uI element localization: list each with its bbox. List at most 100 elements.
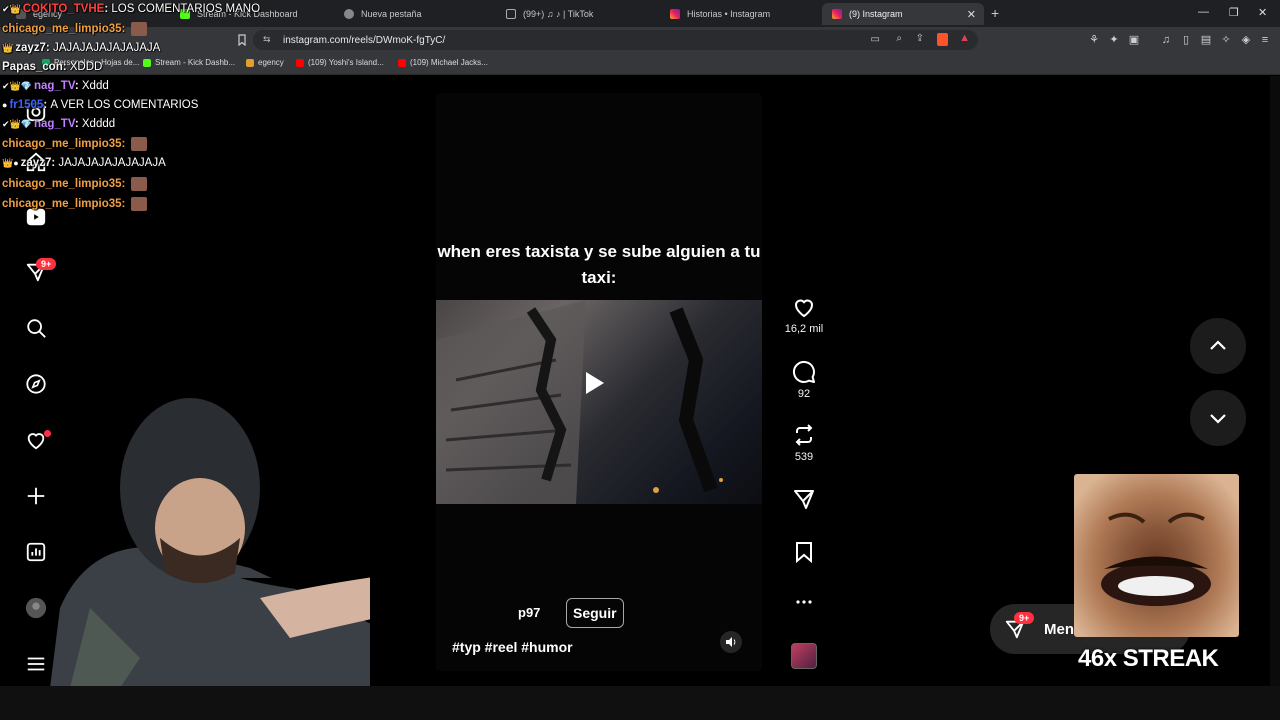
- like-action[interactable]: 16,2 mil: [780, 295, 828, 335]
- vpn-shield-icon[interactable]: ◈: [1240, 34, 1252, 46]
- chat-message: chicago_me_limpio35:: [2, 177, 147, 191]
- reel-player[interactable]: when eres taxista y se sube alguien a tu…: [436, 93, 762, 671]
- chat-message: chicago_me_limpio35:: [2, 22, 147, 36]
- share-icon[interactable]: ⇪: [916, 33, 924, 44]
- chat-text: Xddd: [81, 80, 109, 92]
- chat-text: Xdddd: [81, 118, 116, 130]
- chat-username: zayz7: [20, 157, 52, 169]
- brave-shields-icon[interactable]: [937, 33, 948, 46]
- chat-username: zayz7: [15, 42, 46, 54]
- brave-rewards-icon[interactable]: ▲: [959, 32, 970, 44]
- search-icon[interactable]: [24, 316, 48, 340]
- reel-hashtags[interactable]: #typ #reel #humor: [452, 639, 573, 655]
- reel-username[interactable]: p97: [518, 605, 540, 620]
- chat-text: LOS COMENTARIOS MANO: [111, 3, 261, 15]
- chat-username: nag_TV: [33, 80, 75, 92]
- address-bar[interactable]: ⇆ instagram.com/reels/DWmoK-fgTyC/ ▭ ⌕ ⇪…: [253, 30, 978, 50]
- kick-icon: [143, 58, 151, 67]
- bookmark-egency[interactable]: egency: [246, 58, 284, 67]
- bookmark-michael[interactable]: (109) Michael Jacks...: [398, 58, 488, 67]
- streak-counter: 46x STREAK: [1078, 645, 1219, 672]
- follow-button[interactable]: Seguir: [566, 598, 624, 628]
- chat-username: COKITO_TVHE: [22, 3, 105, 15]
- comment-count: 92: [797, 388, 811, 400]
- tab-historias-instagram[interactable]: Historias • Instagram: [660, 3, 820, 25]
- page-scrollbar[interactable]: [1270, 76, 1280, 686]
- chat-emote-icon: [130, 177, 147, 191]
- more-menu-icon[interactable]: [24, 652, 48, 676]
- chat-message: chicago_me_limpio35:: [2, 137, 147, 151]
- chat-text: JAJAJAJAJAJAJAJA: [58, 157, 166, 169]
- youtube-icon: [296, 58, 304, 67]
- leo-ai-icon[interactable]: ✧: [1220, 34, 1232, 46]
- url-text: instagram.com/reels/DWmoK-fgTyC/: [283, 34, 446, 46]
- bookmarks-bar: Personales - Hojas de... Stream - Kick D…: [0, 53, 1280, 75]
- chat-username: Papas_con: [2, 61, 63, 73]
- repost-count: 539: [794, 451, 814, 463]
- extensions-icon[interactable]: ✦: [1108, 34, 1120, 46]
- restore-button[interactable]: ❐: [1229, 6, 1239, 19]
- tiktok-icon: [506, 9, 516, 19]
- zoom-icon[interactable]: ⌕: [896, 33, 902, 44]
- tab-tiktok[interactable]: (99+) ♫ ♪ | TikTok: [496, 3, 656, 25]
- chat-text: JAJAJAJAJAJAJAJA: [52, 42, 161, 54]
- chat-badges-icon: 👑: [2, 43, 14, 53]
- share-action[interactable]: [780, 487, 828, 511]
- next-reel-button[interactable]: [1190, 390, 1246, 446]
- share-icon[interactable]: [792, 487, 816, 511]
- more-options-action[interactable]: [780, 590, 828, 614]
- cast-icon[interactable]: ▭: [871, 34, 880, 45]
- sidebar-toggle-icon[interactable]: ▯: [1180, 34, 1192, 46]
- chat-badges-icon: ✔👑💎: [2, 119, 32, 129]
- chat-emote-icon: [130, 137, 147, 151]
- chat-text: A VER LOS COMENTARIOS: [50, 99, 199, 111]
- wallet-icon[interactable]: ▤: [1200, 34, 1212, 46]
- chat-emote-icon: [130, 197, 147, 211]
- save-action[interactable]: [780, 540, 828, 564]
- comment-action[interactable]: 92: [780, 360, 828, 400]
- bookmark-kick[interactable]: Stream - Kick Dashb...: [143, 58, 235, 67]
- chat-message: chicago_me_limpio35:: [2, 197, 147, 211]
- create-icon[interactable]: [24, 484, 48, 508]
- chat-message: Papas_con: XDDD: [2, 61, 103, 73]
- audio-thumbnail[interactable]: [791, 643, 817, 669]
- chat-badges-icon: ✔👑: [2, 4, 21, 14]
- laughing-face-picture: [1101, 512, 1211, 606]
- heart-icon[interactable]: [792, 295, 816, 319]
- dashboard-icon[interactable]: [24, 540, 48, 564]
- bookmark-page-icon[interactable]: [236, 34, 248, 47]
- tab-instagram-active[interactable]: (9) Instagram ✕: [822, 3, 984, 25]
- chat-username: chicago_me_limpio35: [2, 23, 122, 36]
- screenshot-icon[interactable]: ▣: [1128, 34, 1140, 46]
- profile-avatar[interactable]: [24, 596, 48, 620]
- new-tab-button[interactable]: +: [991, 5, 999, 21]
- menu-icon[interactable]: ≡: [1259, 34, 1271, 46]
- audio-icon[interactable]: [720, 631, 742, 653]
- site-info-icon[interactable]: ⇆: [263, 34, 271, 45]
- comment-icon[interactable]: [792, 360, 816, 384]
- close-window-button[interactable]: ✕: [1258, 6, 1267, 19]
- reel-video-frame[interactable]: [436, 300, 762, 504]
- bookmark-icon[interactable]: [792, 540, 816, 564]
- chevron-down-icon: [1210, 414, 1226, 424]
- bookmark-yoshi[interactable]: (109) Yoshi's Island...: [296, 58, 384, 67]
- tab-new-tab[interactable]: Nueva pestaña: [334, 3, 494, 25]
- more-dots-icon[interactable]: [792, 590, 816, 614]
- instagram-icon: [670, 9, 680, 19]
- chat-badges-icon: ●: [2, 100, 8, 110]
- previous-reel-button[interactable]: [1190, 318, 1246, 374]
- repost-action[interactable]: 539: [780, 423, 828, 463]
- chat-username: chicago_me_limpio35: [2, 138, 122, 151]
- vpn-icon[interactable]: ⚘: [1088, 34, 1100, 46]
- messages-pill-badge: 9+: [1014, 612, 1035, 624]
- chat-message: ✔👑💎 nag_TV: Xdddd: [2, 118, 116, 130]
- close-tab-icon[interactable]: ✕: [967, 8, 976, 21]
- streak-emote-image: [1074, 474, 1239, 637]
- play-icon[interactable]: [586, 372, 604, 394]
- media-icon[interactable]: ♫: [1160, 34, 1172, 46]
- minimize-button[interactable]: —: [1198, 6, 1209, 18]
- chat-message: ● fr1505: A VER LOS COMENTARIOS: [2, 99, 199, 111]
- explore-icon[interactable]: [24, 372, 48, 396]
- repost-icon[interactable]: [792, 423, 816, 447]
- chat-message: ✔👑💎 nag_TV: Xddd: [2, 80, 109, 92]
